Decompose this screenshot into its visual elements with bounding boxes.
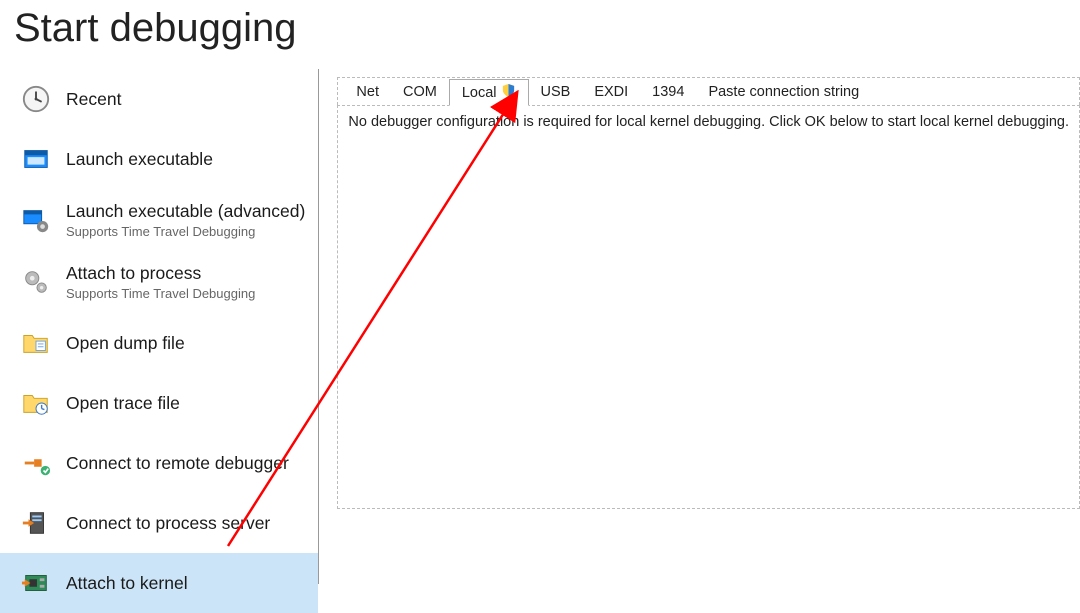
- plug-remote-icon: [16, 445, 56, 481]
- tab-net[interactable]: Net: [344, 81, 391, 103]
- tab-label: Paste connection string: [708, 84, 859, 100]
- clock-icon: [16, 81, 56, 117]
- sidebar-item-label: Connect to process server: [66, 513, 270, 534]
- sidebar-item-label: Recent: [66, 89, 121, 110]
- sidebar-item-recent[interactable]: Recent: [0, 69, 318, 129]
- page-title: Start debugging: [0, 0, 1080, 69]
- tab-usb[interactable]: USB: [529, 81, 583, 103]
- tab-label: 1394: [652, 84, 684, 100]
- folder-clock-icon: [16, 385, 56, 421]
- sidebar-item-sublabel: Supports Time Travel Debugging: [66, 224, 305, 239]
- sidebar-item-label: Connect to remote debugger: [66, 453, 289, 474]
- tab-paste-connection-string[interactable]: Paste connection string: [696, 81, 871, 103]
- content-area: Net COM Local USB EXDI 1394 Paste connec…: [319, 69, 1080, 584]
- sidebar-item-label: Attach to process: [66, 263, 255, 284]
- sidebar-item-attach-to-process[interactable]: Attach to process Supports Time Travel D…: [0, 251, 318, 313]
- content-pane: No debugger configuration is required fo…: [337, 105, 1080, 509]
- tab-label: Local: [462, 85, 497, 101]
- sidebar-item-label: Attach to kernel: [66, 573, 188, 594]
- sidebar: Recent Launch executable: [0, 69, 319, 584]
- tab-1394[interactable]: 1394: [640, 81, 696, 103]
- gears-icon: [16, 264, 56, 300]
- tab-label: EXDI: [594, 84, 628, 100]
- sidebar-item-label: Open trace file: [66, 393, 180, 414]
- sidebar-item-attach-to-kernel[interactable]: Attach to kernel: [0, 553, 318, 613]
- content-text: No debugger configuration is required fo…: [348, 114, 1069, 130]
- sidebar-item-open-dump-file[interactable]: Open dump file: [0, 313, 318, 373]
- tab-bar: Net COM Local USB EXDI 1394 Paste connec…: [337, 77, 1080, 105]
- sidebar-item-connect-remote-debugger[interactable]: Connect to remote debugger: [0, 433, 318, 493]
- window-gear-icon: [16, 202, 56, 238]
- sidebar-item-launch-executable-advanced[interactable]: Launch executable (advanced) Supports Ti…: [0, 189, 318, 251]
- folder-file-icon: [16, 325, 56, 361]
- sidebar-item-open-trace-file[interactable]: Open trace file: [0, 373, 318, 433]
- sidebar-item-label: Launch executable (advanced): [66, 201, 305, 222]
- sidebar-item-label: Open dump file: [66, 333, 185, 354]
- window-icon: [16, 141, 56, 177]
- tab-label: USB: [541, 84, 571, 100]
- sidebar-item-label: Launch executable: [66, 149, 213, 170]
- shield-icon: [501, 83, 516, 102]
- sidebar-item-connect-process-server[interactable]: Connect to process server: [0, 493, 318, 553]
- tab-label: COM: [403, 84, 437, 100]
- server-icon: [16, 505, 56, 541]
- tab-exdi[interactable]: EXDI: [582, 81, 640, 103]
- motherboard-icon: [16, 565, 56, 601]
- sidebar-item-sublabel: Supports Time Travel Debugging: [66, 286, 255, 301]
- sidebar-item-launch-executable[interactable]: Launch executable: [0, 129, 318, 189]
- tab-com[interactable]: COM: [391, 81, 449, 103]
- tab-local[interactable]: Local: [449, 79, 529, 106]
- tab-label: Net: [356, 84, 379, 100]
